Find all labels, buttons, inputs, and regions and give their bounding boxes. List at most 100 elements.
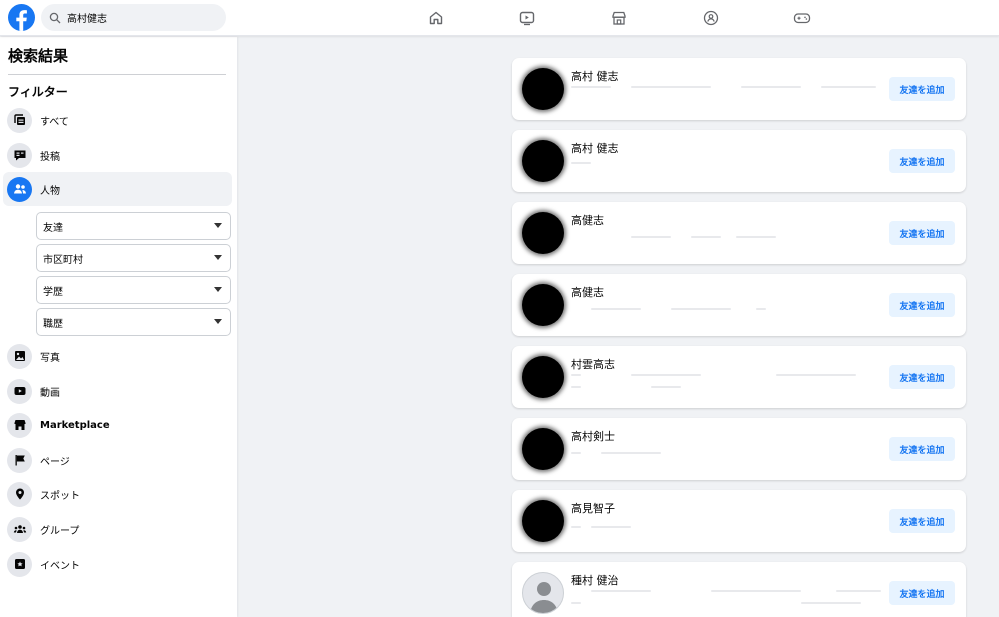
friends-filter-select[interactable]: 友達 <box>36 212 231 240</box>
gaming-icon[interactable] <box>792 8 812 28</box>
city-filter-select[interactable]: 市区町村 <box>36 244 231 272</box>
pages-icon <box>7 447 32 473</box>
result-details-blurred <box>571 236 881 244</box>
caret-down-icon <box>214 223 222 228</box>
profile-avatar[interactable] <box>522 284 564 326</box>
profile-avatar[interactable] <box>522 356 564 398</box>
page-title: 検索結果 <box>8 47 69 65</box>
posts-icon <box>7 142 32 168</box>
facebook-f-icon <box>16 10 27 31</box>
sidebar-item-label: すべて <box>40 116 69 128</box>
events-icon <box>7 551 32 577</box>
sidebar-item-groups[interactable]: グループ <box>3 512 232 546</box>
result-card[interactable]: 高健志 友達を追加 <box>512 274 966 336</box>
sidebar-item-label: 写真 <box>40 352 60 364</box>
add-friend-button[interactable]: 友達を追加 <box>889 437 955 461</box>
profile-avatar[interactable] <box>522 212 564 254</box>
result-name[interactable]: 高健志 <box>571 212 604 228</box>
result-details-blurred <box>571 386 881 394</box>
search-filters-sidebar: 検索結果 フィルター すべて 投稿 人物 友達 市区町村 学歴 職歴 写真 動画… <box>0 37 237 617</box>
sidebar-item-videos[interactable]: 動画 <box>3 374 232 408</box>
result-card[interactable]: 高見智子 友達を追加 <box>512 490 966 552</box>
all-icon <box>7 107 32 133</box>
result-name[interactable]: 高村 健志 <box>571 68 619 84</box>
search-box[interactable] <box>41 4 226 31</box>
top-bar <box>0 0 999 36</box>
dropdown-label: 職歴 <box>43 318 63 330</box>
watch-icon[interactable] <box>517 8 537 28</box>
result-name[interactable]: 種村 健治 <box>571 572 619 588</box>
add-friend-button[interactable]: 友達を追加 <box>889 77 955 101</box>
sidebar-item-pages[interactable]: ページ <box>3 443 232 477</box>
result-name[interactable]: 高村 健志 <box>571 140 619 156</box>
profile-avatar[interactable] <box>522 500 564 542</box>
sidebar-item-label: 人物 <box>40 185 60 197</box>
add-friend-button[interactable]: 友達を追加 <box>889 221 955 245</box>
photos-icon <box>7 343 32 369</box>
sidebar-item-label: ページ <box>40 456 70 468</box>
sidebar-item-label: Marketplace <box>40 419 110 431</box>
sidebar-item-label: 投稿 <box>40 151 60 163</box>
profile-avatar[interactable] <box>522 428 564 470</box>
search-icon <box>49 12 61 23</box>
result-card[interactable]: 高健志 友達を追加 <box>512 202 966 264</box>
add-friend-button[interactable]: 友達を追加 <box>889 149 955 173</box>
sidebar-item-label: 動画 <box>40 387 60 399</box>
person-silhouette-icon <box>530 582 558 613</box>
sidebar-item-all[interactable]: すべて <box>3 103 232 137</box>
result-details-blurred <box>571 308 881 316</box>
places-icon <box>7 481 32 507</box>
divider <box>8 74 226 75</box>
result-details-blurred <box>571 590 881 598</box>
result-name[interactable]: 高見智子 <box>571 500 615 516</box>
result-card[interactable]: 高村剣士 友達を追加 <box>512 418 966 480</box>
work-filter-select[interactable]: 職歴 <box>36 308 231 336</box>
default-profile-avatar[interactable] <box>522 572 564 614</box>
sidebar-item-marketplace[interactable]: Marketplace <box>3 408 232 442</box>
sidebar-item-events[interactable]: イベント <box>3 547 232 581</box>
add-friend-button[interactable]: 友達を追加 <box>889 581 955 605</box>
result-details-blurred <box>571 452 881 460</box>
marketplace-icon[interactable] <box>609 8 629 28</box>
result-details-blurred <box>571 526 881 534</box>
sidebar-item-label: グループ <box>40 525 80 537</box>
people-icon <box>7 176 32 202</box>
sidebar-item-label: イベント <box>40 560 80 572</box>
home-icon[interactable] <box>426 8 446 28</box>
add-friend-button[interactable]: 友達を追加 <box>889 293 955 317</box>
result-details-blurred <box>571 86 881 94</box>
result-details-blurred <box>571 374 881 382</box>
search-input[interactable] <box>67 12 207 23</box>
profile-avatar[interactable] <box>522 68 564 110</box>
sidebar-item-posts[interactable]: 投稿 <box>3 138 232 172</box>
dropdown-label: 友達 <box>43 222 63 234</box>
result-name[interactable]: 村雲高志 <box>571 356 615 372</box>
groups-icon[interactable] <box>701 8 721 28</box>
result-details-blurred <box>571 162 881 170</box>
result-details-blurred <box>571 602 881 610</box>
caret-down-icon <box>214 319 222 324</box>
sidebar-item-places[interactable]: スポット <box>3 477 232 511</box>
filter-heading: フィルター <box>8 85 68 99</box>
dropdown-label: 学歴 <box>43 286 63 298</box>
sidebar-item-label: スポット <box>40 490 80 502</box>
result-name[interactable]: 高村剣士 <box>571 428 615 444</box>
add-friend-button[interactable]: 友達を追加 <box>889 509 955 533</box>
result-name[interactable]: 高健志 <box>571 284 604 300</box>
result-card[interactable]: 高村 健志 友達を追加 <box>512 130 966 192</box>
result-card[interactable]: 高村 健志 友達を追加 <box>512 58 966 120</box>
profile-avatar[interactable] <box>522 140 564 182</box>
caret-down-icon <box>214 287 222 292</box>
groups-icon <box>7 516 32 542</box>
sidebar-item-people[interactable]: 人物 <box>3 172 232 206</box>
add-friend-button[interactable]: 友達を追加 <box>889 365 955 389</box>
sidebar-item-photos[interactable]: 写真 <box>3 339 232 373</box>
education-filter-select[interactable]: 学歴 <box>36 276 231 304</box>
dropdown-label: 市区町村 <box>43 254 83 266</box>
result-card[interactable]: 種村 健治 友達を追加 <box>512 562 966 617</box>
videos-icon <box>7 378 32 404</box>
caret-down-icon <box>214 255 222 260</box>
result-card[interactable]: 村雲高志 友達を追加 <box>512 346 966 408</box>
marketplace-icon <box>7 412 32 438</box>
facebook-logo[interactable] <box>8 4 35 31</box>
